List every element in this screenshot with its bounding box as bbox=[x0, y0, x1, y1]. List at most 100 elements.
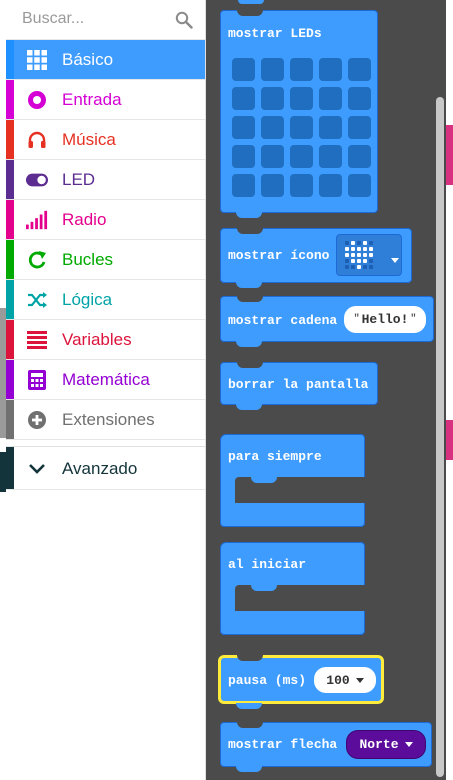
category-stripe bbox=[6, 40, 14, 79]
led-cell[interactable] bbox=[261, 174, 284, 197]
category-logica[interactable]: Lógica bbox=[6, 280, 205, 320]
edge-marker bbox=[446, 420, 453, 460]
arrow-direction-value: Norte bbox=[359, 737, 399, 752]
category-bucles[interactable]: Bucles bbox=[6, 240, 205, 280]
pause-value-dropdown[interactable]: 100 bbox=[314, 667, 376, 693]
string-value: Hello! bbox=[361, 312, 409, 327]
led-cell[interactable] bbox=[290, 145, 313, 168]
category-stripe bbox=[6, 360, 14, 399]
forever-block[interactable]: para siempre bbox=[220, 434, 365, 527]
led-cell[interactable] bbox=[290, 116, 313, 139]
calculator-icon bbox=[26, 369, 48, 391]
search-bar bbox=[6, 0, 205, 40]
toggle-icon bbox=[26, 169, 48, 191]
led-cell[interactable] bbox=[261, 145, 284, 168]
led-cell[interactable] bbox=[348, 116, 371, 139]
search-input[interactable] bbox=[6, 0, 176, 38]
led-cell[interactable] bbox=[319, 116, 342, 139]
category-label: Avanzado bbox=[62, 459, 138, 478]
category-stripe bbox=[6, 240, 14, 279]
category-label: Música bbox=[62, 130, 116, 149]
category-led[interactable]: LED bbox=[6, 160, 205, 200]
block-notch bbox=[237, 362, 263, 368]
led-cell[interactable] bbox=[319, 145, 342, 168]
category-stripe bbox=[6, 160, 14, 199]
led-grid[interactable] bbox=[232, 58, 371, 197]
category-radio[interactable]: Radio bbox=[6, 200, 205, 240]
block-label: mostrar flecha bbox=[228, 737, 338, 752]
plus-circle-icon bbox=[26, 409, 48, 431]
clear-screen-block[interactable]: borrar la pantalla bbox=[220, 362, 378, 405]
block-tab bbox=[236, 766, 262, 772]
slot-tab bbox=[251, 477, 277, 483]
on-start-block[interactable]: al iniciar bbox=[220, 542, 365, 635]
led-cell[interactable] bbox=[319, 87, 342, 110]
pause-value: 100 bbox=[326, 672, 350, 688]
string-input[interactable]: " Hello! " bbox=[344, 306, 426, 333]
close-quote-icon: " bbox=[410, 314, 417, 325]
category-extensiones[interactable]: Extensiones bbox=[6, 400, 205, 440]
grid-icon bbox=[26, 49, 48, 71]
toolbox: Básico Entrada Música LED Radio bbox=[6, 0, 206, 780]
led-cell[interactable] bbox=[290, 174, 313, 197]
block-notch bbox=[237, 655, 263, 661]
block-label: borrar la pantalla bbox=[228, 377, 369, 392]
category-matematica[interactable]: Matemática bbox=[6, 360, 205, 400]
block-label: al iniciar bbox=[228, 557, 307, 572]
category-label: Lógica bbox=[62, 290, 113, 309]
block-label: mostrar LEDs bbox=[228, 26, 322, 41]
led-cell[interactable] bbox=[261, 116, 284, 139]
led-cell[interactable] bbox=[232, 116, 255, 139]
chevron-down-icon bbox=[355, 677, 364, 683]
signal-bars-icon bbox=[26, 209, 48, 231]
led-cell[interactable] bbox=[319, 174, 342, 197]
block-notch bbox=[237, 10, 263, 16]
led-cell[interactable] bbox=[232, 174, 255, 197]
category-label: Radio bbox=[62, 210, 107, 229]
block-notch bbox=[237, 296, 263, 302]
block-tab bbox=[238, 0, 264, 4]
icon-dropdown[interactable] bbox=[336, 234, 402, 276]
block-label: mostrar cadena bbox=[228, 313, 338, 328]
chevron-down-icon bbox=[404, 742, 413, 747]
category-label: LED bbox=[62, 170, 96, 189]
slot-tab bbox=[251, 585, 277, 591]
search-icon[interactable] bbox=[175, 11, 193, 29]
led-cell[interactable] bbox=[348, 145, 371, 168]
led-cell[interactable] bbox=[261, 87, 284, 110]
right-strip bbox=[446, 0, 453, 780]
led-cell[interactable] bbox=[261, 58, 284, 81]
category-variables[interactable]: Variables bbox=[6, 320, 205, 360]
category-stripe bbox=[6, 400, 14, 439]
category-stripe bbox=[6, 200, 14, 239]
led-cell[interactable] bbox=[290, 58, 313, 81]
block-tab bbox=[236, 341, 262, 347]
shuffle-icon bbox=[26, 289, 48, 311]
led-cell[interactable] bbox=[348, 87, 371, 110]
category-entrada[interactable]: Entrada bbox=[6, 80, 205, 120]
block-notch bbox=[237, 228, 263, 234]
led-cell[interactable] bbox=[290, 87, 313, 110]
flyout-scrollbar[interactable] bbox=[436, 97, 444, 777]
loop-arrow-icon bbox=[26, 249, 48, 271]
led-cell[interactable] bbox=[232, 58, 255, 81]
headphones-icon bbox=[26, 129, 48, 151]
block-label: pausa (ms) bbox=[228, 673, 307, 688]
category-stripe bbox=[6, 320, 14, 359]
led-cell[interactable] bbox=[348, 58, 371, 81]
category-label: Entrada bbox=[62, 90, 122, 109]
chevron-down-icon bbox=[26, 458, 48, 480]
block-tab bbox=[236, 212, 262, 218]
heart-icon bbox=[345, 241, 373, 269]
arrow-direction-dropdown[interactable]: Norte bbox=[346, 730, 426, 759]
led-cell[interactable] bbox=[319, 58, 342, 81]
target-icon bbox=[26, 89, 48, 111]
category-basico[interactable]: Básico bbox=[6, 40, 205, 80]
category-avanzado[interactable]: Avanzado bbox=[6, 446, 205, 490]
category-stripe bbox=[6, 120, 14, 159]
led-cell[interactable] bbox=[232, 145, 255, 168]
led-cell[interactable] bbox=[232, 87, 255, 110]
block-tab bbox=[236, 404, 262, 410]
category-musica[interactable]: Música bbox=[6, 120, 205, 160]
led-cell[interactable] bbox=[348, 174, 371, 197]
